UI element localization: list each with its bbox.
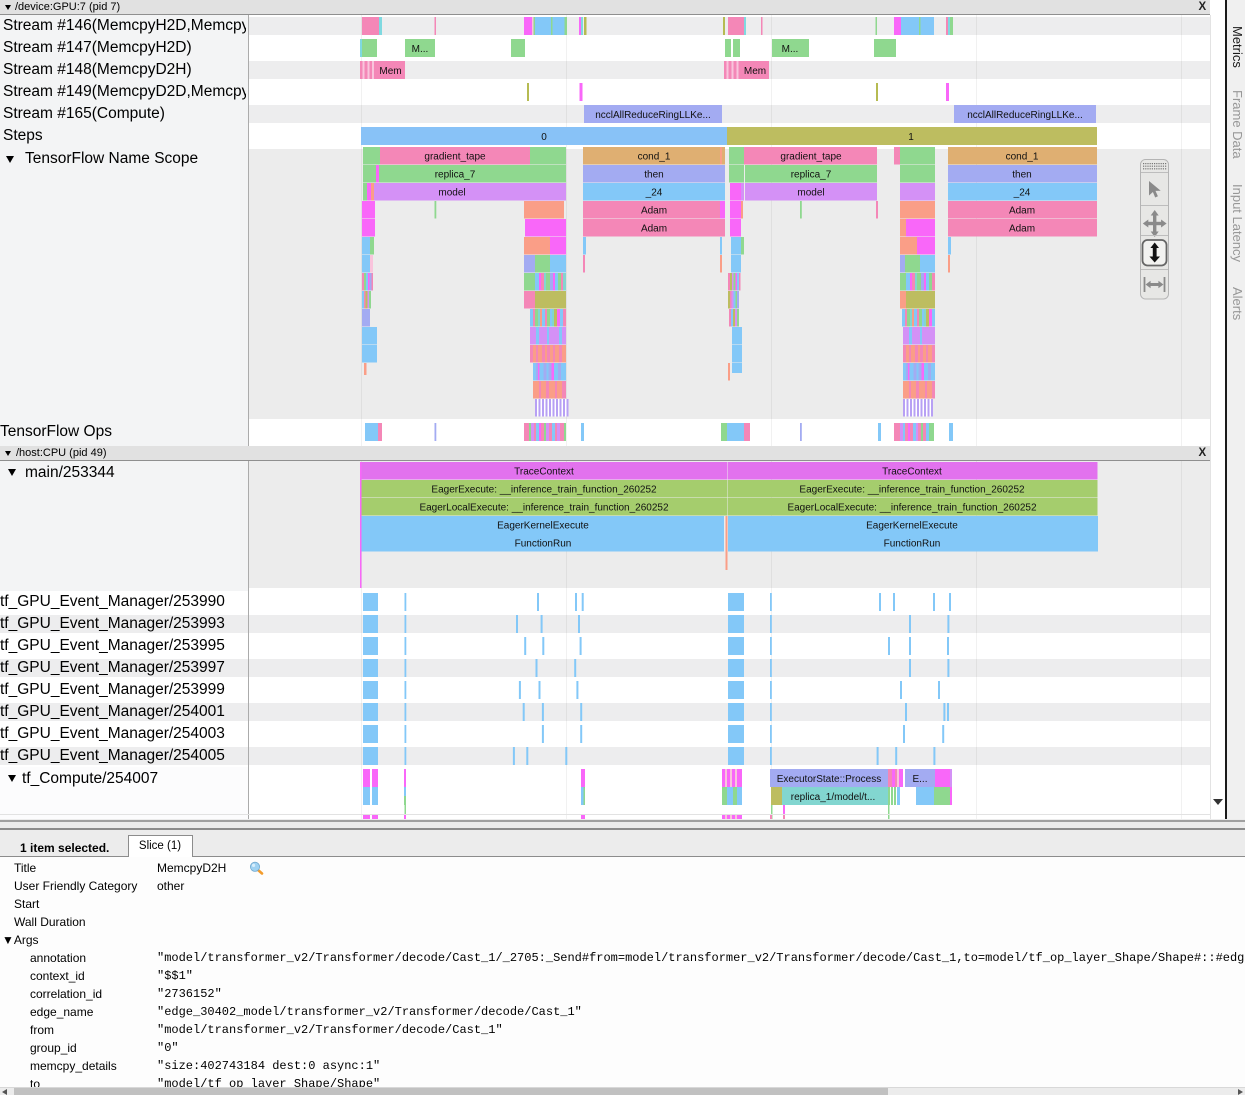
svg-text:M...: M...	[782, 44, 799, 55]
svg-text:Adam: Adam	[641, 206, 667, 217]
svg-text:TraceContext: TraceContext	[882, 467, 942, 478]
svg-text:EagerKernelExecute: EagerKernelExecute	[866, 521, 958, 532]
svg-text:replica_1/model/t...: replica_1/model/t...	[791, 792, 876, 803]
svg-text:gradient_tape: gradient_tape	[424, 152, 486, 163]
svg-text:M...: M...	[412, 44, 429, 55]
svg-text:1: 1	[908, 132, 914, 143]
svg-text:ExecutorState::Process: ExecutorState::Process	[777, 774, 882, 785]
svg-text:0: 0	[541, 132, 547, 143]
svg-text:FunctionRun: FunctionRun	[884, 539, 941, 550]
svg-text:ncclAllReduceRingLLKe...: ncclAllReduceRingLLKe...	[967, 110, 1083, 121]
svg-text:then: then	[1012, 170, 1031, 181]
svg-text:_24: _24	[1013, 188, 1031, 199]
svg-text:gradient_tape: gradient_tape	[780, 152, 842, 163]
svg-text:_24: _24	[645, 188, 663, 199]
svg-text:Mem: Mem	[744, 66, 766, 77]
svg-text:E...: E...	[912, 774, 927, 785]
svg-text:model: model	[438, 188, 465, 199]
svg-text:replica_7: replica_7	[791, 170, 832, 181]
svg-text:EagerExecute: __inference_trai: EagerExecute: __inference_train_function…	[799, 485, 1025, 496]
svg-text:Mem: Mem	[379, 66, 401, 77]
svg-text:FunctionRun: FunctionRun	[515, 539, 572, 550]
svg-text:Adam: Adam	[1009, 224, 1035, 235]
svg-text:model: model	[797, 188, 824, 199]
svg-text:EagerLocalExecute: __inference: EagerLocalExecute: __inference_train_fun…	[419, 503, 669, 514]
svg-text:EagerKernelExecute: EagerKernelExecute	[497, 521, 589, 532]
svg-text:then: then	[644, 170, 663, 181]
svg-text:EagerLocalExecute: __inference: EagerLocalExecute: __inference_train_fun…	[787, 503, 1037, 514]
svg-text:Adam: Adam	[641, 224, 667, 235]
svg-text:replica_7: replica_7	[435, 170, 476, 181]
svg-text:cond_1: cond_1	[638, 152, 671, 163]
svg-text:TraceContext: TraceContext	[514, 467, 574, 478]
svg-text:Adam: Adam	[1009, 206, 1035, 217]
svg-text:ncclAllReduceRingLLKe...: ncclAllReduceRingLLKe...	[595, 110, 711, 121]
svg-text:EagerExecute: __inference_trai: EagerExecute: __inference_train_function…	[431, 485, 657, 496]
svg-text:cond_1: cond_1	[1006, 152, 1039, 163]
